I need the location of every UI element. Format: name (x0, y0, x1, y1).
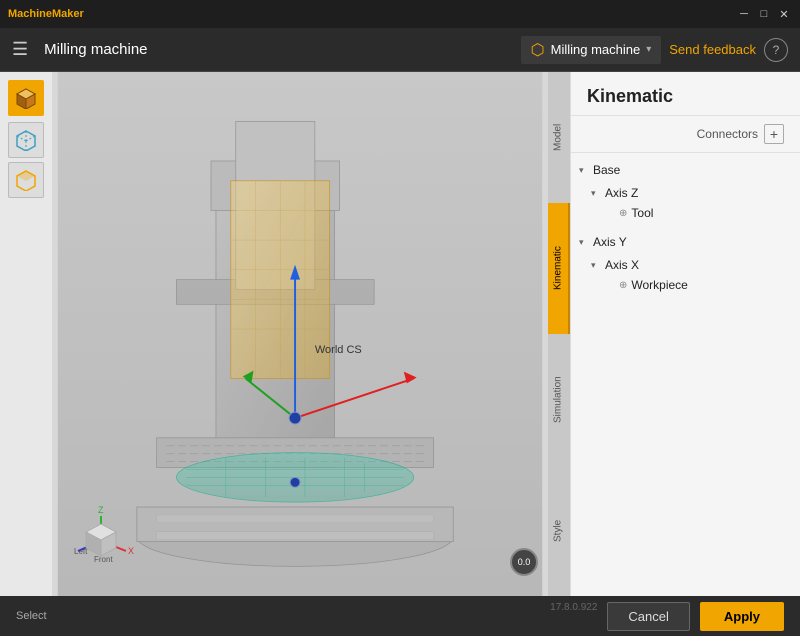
main-layout: World CS X Z Front Left 0.0 Model (0, 72, 800, 596)
send-feedback-button[interactable]: Send feedback (669, 42, 756, 57)
svg-text:X: X (128, 546, 134, 556)
chevron-axis-z-icon: ▾ (591, 188, 601, 199)
solid-cube-icon (15, 87, 37, 109)
workpiece-label: Workpiece (631, 278, 687, 292)
titlebar-controls: ─ □ ✕ (736, 6, 792, 22)
topbar-right: ⬡ Milling machine ▾ Send feedback ? (521, 36, 788, 64)
link-workpiece-icon: ⊕ (619, 280, 627, 291)
tree-node-axis-x: ▾ Axis X ▾ ⊕ Workpiece (571, 252, 800, 298)
titlebar-left: MachineMaker (8, 8, 84, 20)
tabs-sidebar: Model Kinematic Simulation Style (548, 72, 570, 596)
menu-icon[interactable]: ☰ (12, 39, 28, 60)
tree-row-base[interactable]: ▾ Base (571, 160, 800, 180)
tab-model[interactable]: Model (548, 72, 570, 203)
svg-text:Z: Z (98, 506, 104, 515)
partial-cube-tool[interactable] (8, 162, 44, 198)
app-logo: MachineMaker (8, 8, 84, 20)
machine-selector-button[interactable]: ⬡ Milling machine ▾ (521, 36, 662, 64)
svg-text:Front: Front (94, 555, 113, 564)
solid-cube-tool[interactable] (8, 80, 44, 116)
tool-label: Tool (631, 206, 653, 220)
tree-node-base: ▾ Base ▾ Axis Z ▾ ⊕ Tool (571, 157, 800, 229)
close-button[interactable]: ✕ (776, 6, 792, 22)
wire-cube-icon (15, 129, 37, 151)
tree-row-workpiece[interactable]: ▾ ⊕ Workpiece (571, 275, 800, 295)
camera-bubble[interactable]: 0.0 (510, 548, 538, 576)
kinematic-tree: ▾ Base ▾ Axis Z ▾ ⊕ Tool (571, 153, 800, 596)
bottom-bar: Select 17.8.0.922 Cancel Apply (0, 596, 800, 636)
tab-style[interactable]: Style (548, 465, 570, 596)
right-panel: Kinematic Connectors + ▾ Base ▾ Axis Z (570, 72, 800, 596)
link-tool-icon: ⊕ (619, 208, 627, 219)
base-label: Base (593, 163, 620, 177)
maximize-button[interactable]: □ (756, 6, 772, 22)
topbar: ☰ Milling machine ⬡ Milling machine ▾ Se… (0, 28, 800, 72)
orientation-cube[interactable]: X Z Front Left (66, 506, 136, 576)
tree-node-axis-z: ▾ Axis Z ▾ ⊕ Tool (571, 180, 800, 226)
tree-row-axis-x[interactable]: ▾ Axis X (571, 255, 800, 275)
chevron-base-icon: ▾ (579, 165, 589, 176)
titlebar: MachineMaker ─ □ ✕ (0, 0, 800, 28)
cancel-button[interactable]: Cancel (607, 602, 689, 631)
tab-kinematic[interactable]: Kinematic (548, 203, 570, 334)
minimize-button[interactable]: ─ (736, 6, 752, 22)
axis-z-label: Axis Z (605, 186, 638, 200)
tree-row-axis-z[interactable]: ▾ Axis Z (571, 183, 800, 203)
version-text: 17.8.0.922 (550, 602, 597, 631)
machine-selector-label: Milling machine (551, 42, 641, 57)
app-title: Milling machine (44, 41, 147, 58)
tab-simulation[interactable]: Simulation (548, 334, 570, 465)
viewport[interactable]: World CS X Z Front Left 0.0 (52, 72, 548, 596)
axis-x-label: Axis X (605, 258, 639, 272)
svg-text:Left: Left (74, 547, 88, 556)
apply-button[interactable]: Apply (700, 602, 784, 631)
bottom-right: 17.8.0.922 Cancel Apply (550, 602, 784, 631)
add-connector-button[interactable]: + (764, 124, 784, 144)
chevron-axis-y-icon: ▾ (579, 237, 589, 248)
wire-cube-tool[interactable] (8, 122, 44, 158)
tree-row-tool[interactable]: ▾ ⊕ Tool (571, 203, 800, 223)
connectors-label: Connectors (697, 127, 758, 141)
status-text: Select (16, 610, 47, 622)
tree-node-axis-y: ▾ Axis Y ▾ Axis X ▾ ⊕ Workpiece (571, 229, 800, 301)
chevron-axis-x-icon: ▾ (591, 260, 601, 271)
chevron-down-icon: ▾ (646, 44, 651, 55)
panel-title: Kinematic (571, 72, 800, 116)
help-button[interactable]: ? (764, 38, 788, 62)
tree-row-axis-y[interactable]: ▾ Axis Y (571, 232, 800, 252)
left-tools-sidebar (0, 72, 52, 596)
connectors-row: Connectors + (571, 116, 800, 153)
partial-cube-icon (15, 169, 37, 191)
machine-icon: ⬡ (531, 40, 545, 60)
axis-y-label: Axis Y (593, 235, 627, 249)
